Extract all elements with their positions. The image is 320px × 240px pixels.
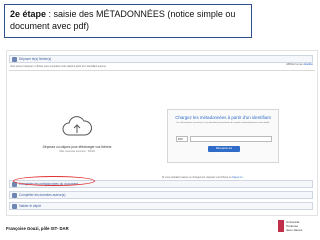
fetch-metadata-button[interactable]: Récupérer les métadonnées	[208, 146, 240, 156]
slide-title: 2e étape : saisie des MÉTADONNÉES (notic…	[4, 4, 252, 38]
identifier-input[interactable]	[190, 136, 272, 142]
logo-line1: Université Toulouse	[286, 220, 300, 228]
slide-footer: Françoise Gouzi, pôle IST- DAR	[6, 226, 69, 231]
skip-note-text: Si vous souhaitez passer ce chargement, …	[162, 176, 232, 179]
detailed-view-link[interactable]: détaillée	[303, 63, 313, 66]
step-label: Déposer le(s) fichier(s)	[19, 57, 52, 61]
step-label: Compléter les données auteur(s)	[19, 193, 66, 197]
skip-note: Si vous souhaitez passer ce chargement, …	[162, 176, 242, 179]
logo-text: Université Toulouse Jean Jaurès	[286, 220, 312, 232]
afficher-vue-link[interactable]: Afficher la vue détaillée	[286, 63, 313, 66]
upload-icon	[12, 56, 17, 62]
step-validate[interactable]: Valider le dépôt	[9, 202, 313, 210]
afficher-label: Afficher la vue	[286, 63, 303, 66]
cloud-upload-icon	[62, 116, 92, 136]
skip-note-link[interactable]: cliquez ici	[232, 176, 242, 179]
divider	[9, 70, 315, 71]
intro-text: Vous pouvez déposer un fichier et/ou com…	[10, 65, 107, 68]
identifier-type-select[interactable]: DOI	[176, 136, 188, 142]
file-drop-zone[interactable]: Déposez ou cliquez pour télécharger vos …	[37, 109, 117, 163]
logo-mark	[278, 220, 284, 232]
step-label: Valider le dépôt	[19, 204, 41, 208]
max-size-text: Taille maximale autorisée : 500Mo	[58, 150, 96, 153]
identifier-panel-desc: Les informations associées à cet identif…	[176, 122, 270, 124]
slide-title-bold: 2e étape	[10, 9, 47, 19]
identifier-panel-title: Chargez les métadonnées à partir d'un id…	[175, 115, 271, 120]
step-deposit-files[interactable]: Déposer le(s) fichier(s)	[9, 55, 313, 63]
logo-line2: Jean Jaurès	[286, 228, 303, 232]
metadata-step-highlight	[13, 176, 95, 186]
university-logo: Université Toulouse Jean Jaurès	[278, 218, 312, 236]
drop-instructions: Déposez ou cliquez pour télécharger vos …	[42, 145, 112, 149]
hal-deposit-screenshot: Déposer le(s) fichier(s) Afficher la vue…	[6, 50, 318, 216]
step-authors[interactable]: Compléter les données auteur(s)	[9, 191, 313, 199]
check-icon	[12, 203, 17, 209]
user-icon	[12, 192, 17, 198]
identifier-panel: Chargez les métadonnées à partir d'un id…	[167, 109, 279, 163]
